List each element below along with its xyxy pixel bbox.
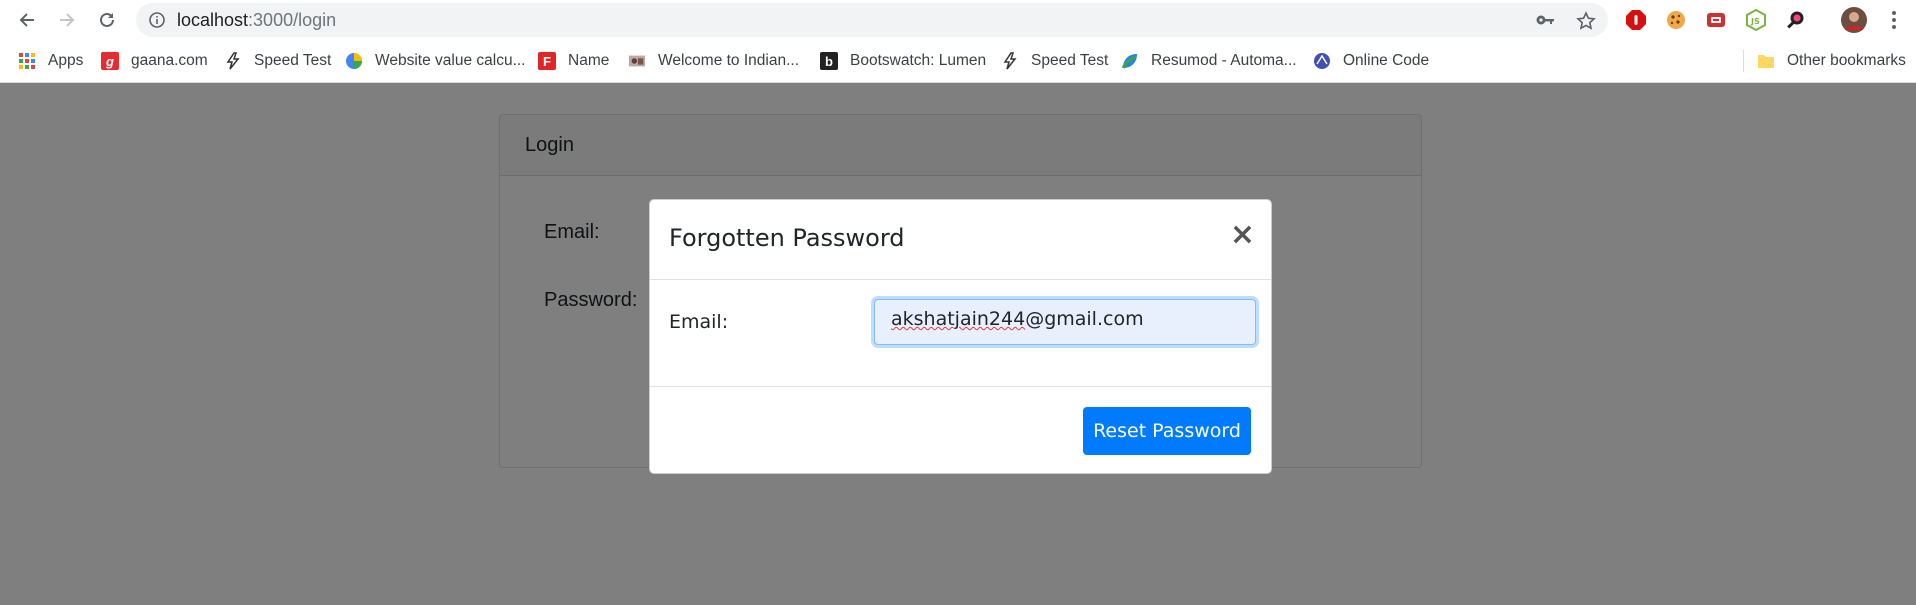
bookmarks-separator: [1743, 50, 1744, 72]
modal-body: Email: akshatjain244@gmail.com: [650, 279, 1271, 387]
bookmark-resumod[interactable]: Resumod - Automa...: [1121, 50, 1297, 72]
bookmark-label: Welcome to Indian...: [658, 52, 800, 69]
resumod-icon: [1121, 52, 1139, 70]
bookmark-label: Bootswatch: Lumen: [850, 52, 987, 69]
modal-header: Forgotten Password ×: [650, 200, 1271, 280]
bookmark-online-code[interactable]: Online Code: [1313, 50, 1429, 72]
close-icon[interactable]: ×: [1230, 220, 1255, 250]
email-value-user: akshatjain244: [891, 308, 1026, 330]
folder-icon: [1757, 52, 1775, 70]
gaana-icon: g: [101, 52, 119, 70]
reload-icon[interactable]: [93, 6, 121, 34]
bookmarks-bar: Apps g gaana.com Speed Test Website valu…: [0, 40, 1916, 83]
bookmark-label: Website value calcu...: [375, 52, 526, 69]
online-code-icon: [1313, 52, 1331, 70]
modal-email-label: Email:: [669, 311, 729, 333]
bookmark-name[interactable]: F Name: [538, 50, 609, 72]
bookmark-other[interactable]: Other bookmarks: [1757, 50, 1906, 72]
svg-text:JS: JS: [1750, 17, 1760, 26]
bootswatch-icon: b: [820, 52, 838, 70]
browser-toolbar: localhost:3000/login JS: [0, 0, 1916, 40]
email-field[interactable]: akshatjain244@gmail.com: [874, 299, 1256, 345]
address-bar[interactable]: localhost:3000/login: [136, 3, 1608, 37]
menu-icon[interactable]: [1882, 8, 1906, 32]
zoom-icon[interactable]: [1784, 8, 1808, 32]
apps-grid-icon: [18, 52, 36, 70]
f-icon: F: [538, 52, 556, 70]
bookmark-label: Apps: [48, 52, 84, 69]
forgot-password-modal: Forgotten Password × Email: akshatjain24…: [649, 199, 1272, 474]
indian-site-icon: [628, 52, 646, 70]
website-value-icon: [345, 52, 363, 70]
info-icon[interactable]: [149, 12, 165, 32]
key-icon[interactable]: [1535, 11, 1555, 33]
bookmark-apps[interactable]: Apps: [18, 50, 83, 72]
back-arrow-icon[interactable]: [13, 6, 41, 34]
nodejs-icon[interactable]: JS: [1744, 8, 1768, 32]
modal-title: Forgotten Password: [669, 224, 905, 252]
email-value-domain: @gmail.com: [1025, 308, 1144, 330]
bookmark-website-value[interactable]: Website value calcu...: [345, 50, 525, 72]
red-extension-icon[interactable]: [1704, 8, 1728, 32]
star-icon[interactable]: [1576, 11, 1596, 35]
bookmark-gaana[interactable]: g gaana.com: [101, 50, 208, 72]
bookmark-label: Speed Test: [1031, 52, 1109, 69]
speed-test-icon: [1001, 52, 1019, 70]
bookmark-speed-test[interactable]: Speed Test: [224, 50, 331, 72]
bookmark-bootswatch[interactable]: b Bootswatch: Lumen: [820, 50, 986, 72]
bookmark-label: Resumod - Automa...: [1151, 52, 1297, 69]
bookmark-label: gaana.com: [131, 52, 208, 69]
speed-test-icon: [224, 52, 242, 70]
bookmark-speed-test-2[interactable]: Speed Test: [1001, 50, 1108, 72]
bookmark-label: Online Code: [1343, 52, 1430, 69]
bookmark-label: Name: [568, 52, 610, 69]
profile-avatar[interactable]: [1840, 6, 1868, 34]
bookmark-label: Speed Test: [254, 52, 332, 69]
url-text: localhost:3000/login: [177, 10, 337, 30]
reset-password-button[interactable]: Reset Password: [1083, 407, 1251, 455]
cookie-icon[interactable]: [1664, 8, 1688, 32]
bookmark-welcome-indian[interactable]: Welcome to Indian...: [628, 50, 799, 72]
forward-arrow-icon[interactable]: [53, 6, 81, 34]
bookmark-label: Other bookmarks: [1787, 52, 1906, 69]
adblock-icon[interactable]: [1624, 8, 1648, 32]
